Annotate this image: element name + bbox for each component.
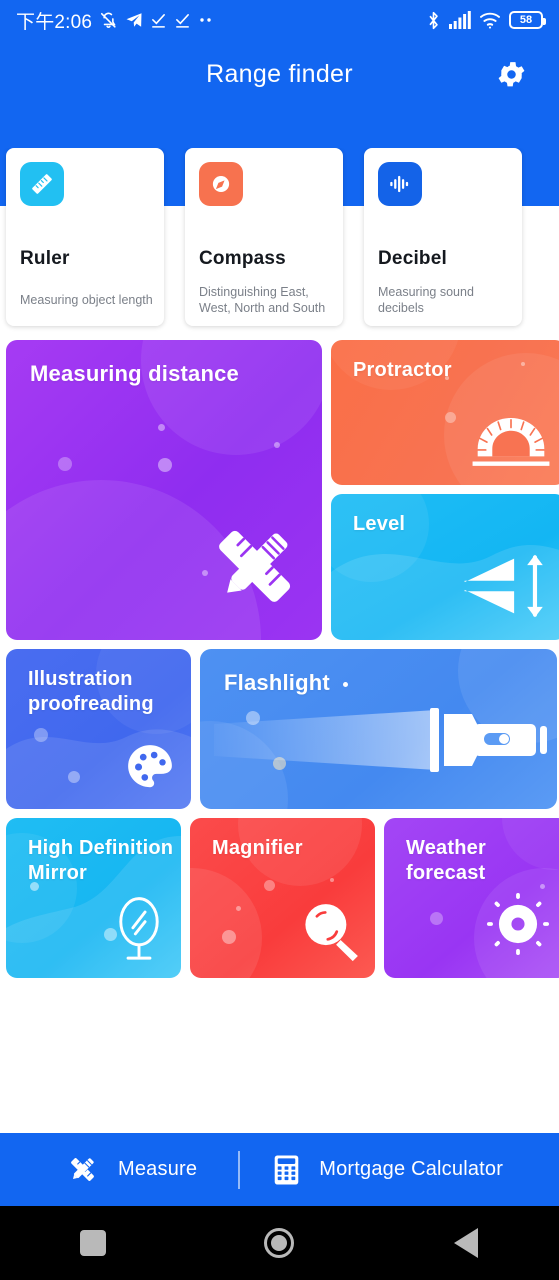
- page-title: Range finder: [206, 59, 353, 88]
- tile-dot: [34, 728, 48, 742]
- feature-grid: Measuring distance Protractor Level Illu…: [6, 340, 559, 987]
- tool-card-compass[interactable]: Compass Distinguishing East, West, North…: [185, 148, 343, 326]
- more-dots-icon: [198, 16, 216, 24]
- bell-muted-icon: [99, 11, 118, 30]
- ruler-pencil-cross-icon: [66, 1153, 99, 1186]
- tile-dot: [58, 457, 72, 471]
- tile-dot: [430, 912, 443, 925]
- feature-label: High Definition Mirror: [28, 837, 174, 884]
- feature-tile-protractor[interactable]: Protractor: [331, 340, 559, 485]
- tool-card-decibel[interactable]: Decibel Measuring sound decibels: [364, 148, 522, 326]
- mirror-icon: [113, 895, 165, 968]
- level-icon: [462, 553, 548, 624]
- feature-row-1: Measuring distance Protractor Level: [6, 340, 559, 640]
- feature-tile-hd-mirror[interactable]: High Definition Mirror: [6, 818, 181, 978]
- tile-dot: [158, 458, 172, 472]
- tool-name: Ruler: [20, 248, 70, 269]
- protractor-icon: [470, 414, 552, 473]
- status-bar-left: 下午2:06: [16, 7, 216, 34]
- feature-tile-magnifier[interactable]: Magnifier: [190, 818, 375, 978]
- tile-dot: [445, 412, 456, 423]
- bottom-bar: Measure Mortgage Calculator: [0, 1133, 559, 1206]
- ruler-icon: [20, 162, 64, 206]
- triangle-left-icon: [453, 1228, 478, 1258]
- tool-desc: Measuring sound decibels: [378, 285, 474, 315]
- feature-label: Illustration proofreading: [28, 668, 154, 715]
- sun-icon: [487, 893, 549, 960]
- wifi-icon: [479, 11, 501, 29]
- tile-dot: [521, 362, 525, 366]
- tile-dot: [158, 424, 165, 431]
- tile-dot: [264, 880, 275, 891]
- ruler-pencil-icon: [200, 513, 308, 626]
- bottom-bar-item-mortgage-calculator[interactable]: Mortgage Calculator: [273, 1155, 503, 1185]
- feature-tile-illustration-proofreading[interactable]: Illustration proofreading: [6, 649, 191, 809]
- feature-tile-measuring-distance[interactable]: Measuring distance: [6, 340, 322, 640]
- bottom-bar-label: Mortgage Calculator: [319, 1158, 504, 1180]
- feature-label: Protractor: [353, 359, 452, 381]
- battery-percent: 58: [519, 13, 533, 26]
- home-button[interactable]: [219, 1206, 339, 1280]
- feature-label: Measuring distance: [30, 361, 239, 386]
- feature-label: Magnifier: [212, 837, 303, 859]
- tile-dot: [330, 878, 334, 882]
- check-underline-icon: [150, 12, 167, 29]
- feature-right-stack: Protractor Level: [331, 340, 559, 640]
- tile-dot: [274, 442, 280, 448]
- feature-label: Flashlight: [224, 670, 330, 695]
- check-underline-icon: [174, 12, 191, 29]
- status-time: 下午2:06: [16, 11, 93, 33]
- tool-name: Decibel: [378, 248, 447, 269]
- feature-label: Level: [353, 513, 406, 535]
- flashlight-icon: [208, 704, 548, 781]
- status-bar: 下午2:06 58: [0, 0, 559, 40]
- app-screen: 下午2:06 58 Range finder Ruler Measuring o…: [0, 0, 559, 1280]
- bluetooth-icon: [426, 11, 441, 30]
- tile-dot: [222, 930, 236, 944]
- feature-row-2: Illustration proofreading Flashlight: [6, 649, 559, 809]
- bottom-bar-label: Measure: [118, 1158, 198, 1180]
- square-icon: [80, 1230, 107, 1256]
- status-bar-right: 58: [426, 11, 546, 30]
- tool-desc: Distinguishing East, West, North and Sou…: [199, 285, 326, 315]
- calculator-icon: [273, 1155, 300, 1185]
- magnifier-icon: [299, 899, 363, 968]
- signal-bars-icon: [449, 11, 471, 29]
- palette-icon: [125, 742, 175, 797]
- feature-tile-weather-forecast[interactable]: Weather forecast: [384, 818, 559, 978]
- tool-card-ruler[interactable]: Ruler Measuring object length: [6, 148, 164, 326]
- android-nav-bar: [0, 1206, 559, 1280]
- tile-dot: [343, 682, 348, 687]
- tool-carousel[interactable]: Ruler Measuring object length Compass Di…: [0, 148, 559, 334]
- back-button[interactable]: [406, 1206, 526, 1280]
- circle-icon: [264, 1228, 295, 1258]
- bottom-bar-item-measure[interactable]: Measure: [66, 1153, 197, 1186]
- tool-desc: Measuring object length: [20, 293, 153, 307]
- compass-icon: [199, 162, 243, 206]
- tile-dot: [68, 771, 80, 783]
- tile-dot: [236, 906, 241, 911]
- waveform-icon: [378, 162, 422, 206]
- feature-tile-flashlight[interactable]: Flashlight: [200, 649, 557, 809]
- telegram-send-icon: [125, 11, 143, 29]
- bottom-bar-divider: [238, 1150, 241, 1189]
- feature-tile-level[interactable]: Level: [331, 494, 559, 640]
- app-bar: Range finder: [0, 40, 559, 108]
- recents-button[interactable]: [33, 1206, 153, 1280]
- gear-icon[interactable]: [489, 52, 533, 96]
- battery-icon: 58: [509, 11, 546, 29]
- feature-row-3: High Definition Mirror Magnifier Weather…: [6, 818, 559, 978]
- tool-name: Compass: [199, 248, 286, 269]
- feature-label: Weather forecast: [406, 837, 486, 884]
